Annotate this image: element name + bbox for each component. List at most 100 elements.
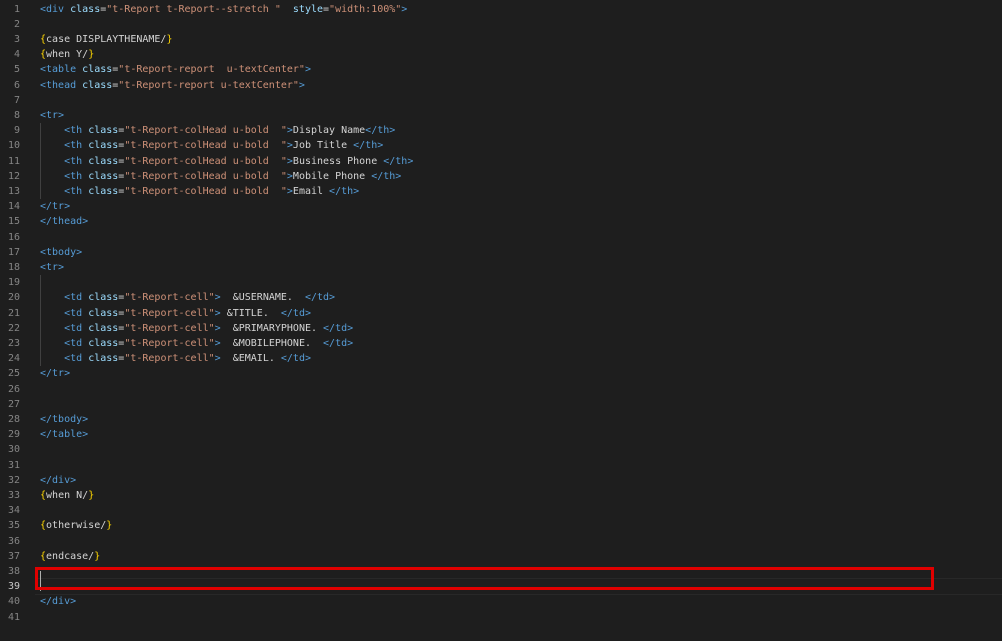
code-line[interactable]: 1 <div class="t-Report t-Report--stretch … — [0, 2, 1002, 17]
code-token: endcase/ — [46, 550, 95, 562]
code-line[interactable]: 24 <td class="t-Report-cell"> &EMAIL. </… — [0, 351, 1002, 366]
code-token: <thead — [40, 79, 83, 91]
code-token: </td> — [323, 322, 354, 334]
code-line[interactable]: 37 {endcase/} — [0, 549, 1002, 564]
line-content: </div> — [40, 594, 76, 609]
line-number: 36 — [7, 535, 20, 547]
line-number: 41 — [7, 611, 20, 623]
line-content: <div class="t-Report t-Report--stretch "… — [40, 2, 407, 17]
code-editor[interactable]: 1 <div class="t-Report t-Report--stretch … — [0, 0, 1002, 641]
code-line[interactable]: 26 — [0, 382, 1002, 397]
code-token: Email — [292, 185, 330, 197]
code-line[interactable]: 8 <tr> — [0, 108, 1002, 123]
code-token: "t-Report-colHead u-bold " — [124, 185, 287, 197]
code-line[interactable]: 35 {otherwise/} — [0, 518, 1002, 533]
code-line[interactable]: 22 <td class="t-Report-cell"> &PRIMARYPH… — [0, 321, 1002, 336]
code-token: </tr> — [40, 368, 71, 380]
code-line[interactable]: 2 — [0, 17, 1002, 32]
code-token: </tbody> — [40, 413, 89, 425]
code-token: </thead> — [40, 216, 89, 228]
line-content: <td class="t-Report-cell"> &EMAIL. </td> — [40, 351, 311, 366]
line-number: 33 — [7, 489, 20, 501]
line-number: 1 — [13, 3, 20, 15]
code-line[interactable]: 30 — [0, 442, 1002, 457]
code-line[interactable]: 3 {case DISPLAYTHENAME/} — [0, 32, 1002, 47]
line-content: {case DISPLAYTHENAME/} — [40, 32, 172, 47]
code-line[interactable]: 28 </tbody> — [0, 412, 1002, 427]
line-number: 2 — [13, 18, 20, 30]
line-content: <tr> — [40, 260, 64, 275]
code-line[interactable]: 4 {when Y/} — [0, 47, 1002, 62]
code-line[interactable]: 15 </thead> — [0, 214, 1002, 229]
line-number: 4 — [13, 49, 20, 61]
code-token: "t-Report-colHead u-bold " — [124, 170, 287, 182]
code-token: &USERNAME. — [220, 292, 305, 304]
code-line[interactable]: 32 </div> — [0, 473, 1002, 488]
line-number: 12 — [7, 170, 20, 182]
code-line[interactable]: 18 <tr> — [0, 260, 1002, 275]
line-content: </table> — [40, 427, 88, 442]
code-line[interactable]: 12 <th class="t-Report-colHead u-bold ">… — [0, 169, 1002, 184]
code-line[interactable]: 40 </div> — [0, 594, 1002, 609]
code-token: </th> — [365, 125, 396, 137]
indent-guide — [40, 123, 41, 200]
code-line[interactable]: 23 <td class="t-Report-cell"> &MOBILEPHO… — [0, 336, 1002, 351]
code-line[interactable]: 25 </tr> — [0, 366, 1002, 381]
code-line[interactable]: 27 — [0, 397, 1002, 412]
code-line[interactable]: 16 — [0, 230, 1002, 245]
line-content: </tbody> — [40, 412, 88, 427]
line-number: 13 — [7, 185, 20, 197]
code-line[interactable]: 6 <thead class="t-Report-report u-textCen… — [0, 78, 1002, 93]
code-line[interactable]: 33 {when N/} — [0, 488, 1002, 503]
code-token: otherwise/ — [46, 520, 107, 532]
code-line[interactable]: 17 <tbody> — [0, 245, 1002, 260]
line-content: <tbody> — [40, 245, 82, 260]
code-token: "t-Report-colHead u-bold " — [124, 140, 287, 152]
code-token: "width:100%" — [329, 3, 402, 15]
line-number: 37 — [7, 550, 20, 562]
code-line[interactable]: 11 <th class="t-Report-colHead u-bold ">… — [0, 154, 1002, 169]
line-content: </tr> — [40, 366, 70, 381]
code-line[interactable]: 13 <th class="t-Report-colHead u-bold ">… — [0, 184, 1002, 199]
code-line[interactable]: 31 — [0, 458, 1002, 473]
code-token: Job Title — [292, 140, 354, 152]
code-token: "t-Report-cell" — [124, 307, 215, 319]
code-token: class — [88, 307, 119, 319]
line-number: 20 — [7, 292, 20, 304]
code-token: class — [88, 322, 119, 334]
line-content: </div> — [40, 473, 76, 488]
code-line[interactable]: 7 — [0, 93, 1002, 108]
code-line[interactable]: 21 <td class="t-Report-cell"> &TITLE. </… — [0, 306, 1002, 321]
line-number: 11 — [7, 155, 20, 167]
indent-guide — [40, 275, 41, 367]
code-line[interactable]: 14 </tr> — [0, 199, 1002, 214]
code-line[interactable]: 29 </table> — [0, 427, 1002, 442]
code-line[interactable]: 41 — [0, 610, 1002, 625]
code-token: <th — [64, 140, 89, 152]
code-token: <th — [64, 185, 89, 197]
line-content: <thead class="t-Report-report u-textCent… — [40, 78, 305, 93]
code-token: class — [82, 64, 113, 76]
line-number: 40 — [7, 596, 20, 608]
code-line[interactable]: 34 — [0, 503, 1002, 518]
code-token: class — [70, 3, 101, 15]
code-line[interactable]: 5 <table class="t-Report-report u-textCen… — [0, 62, 1002, 77]
line-number: 23 — [7, 337, 20, 349]
line-content: {when Y/} — [40, 47, 94, 62]
code-token: <tr> — [40, 261, 65, 273]
annotation-highlight-box — [35, 567, 934, 590]
code-line[interactable]: 10 <th class="t-Report-colHead u-bold ">… — [0, 138, 1002, 153]
code-token: <div — [40, 3, 71, 15]
code-token: class — [88, 185, 119, 197]
code-line[interactable]: 36 — [0, 534, 1002, 549]
code-line[interactable]: 20 <td class="t-Report-cell"> &USERNAME.… — [0, 290, 1002, 305]
line-number: 31 — [7, 459, 20, 471]
code-line[interactable]: 19 — [0, 275, 1002, 290]
code-token: </td> — [280, 353, 311, 365]
code-line[interactable]: 9 <th class="t-Report-colHead u-bold ">D… — [0, 123, 1002, 138]
line-number: 22 — [7, 322, 20, 334]
